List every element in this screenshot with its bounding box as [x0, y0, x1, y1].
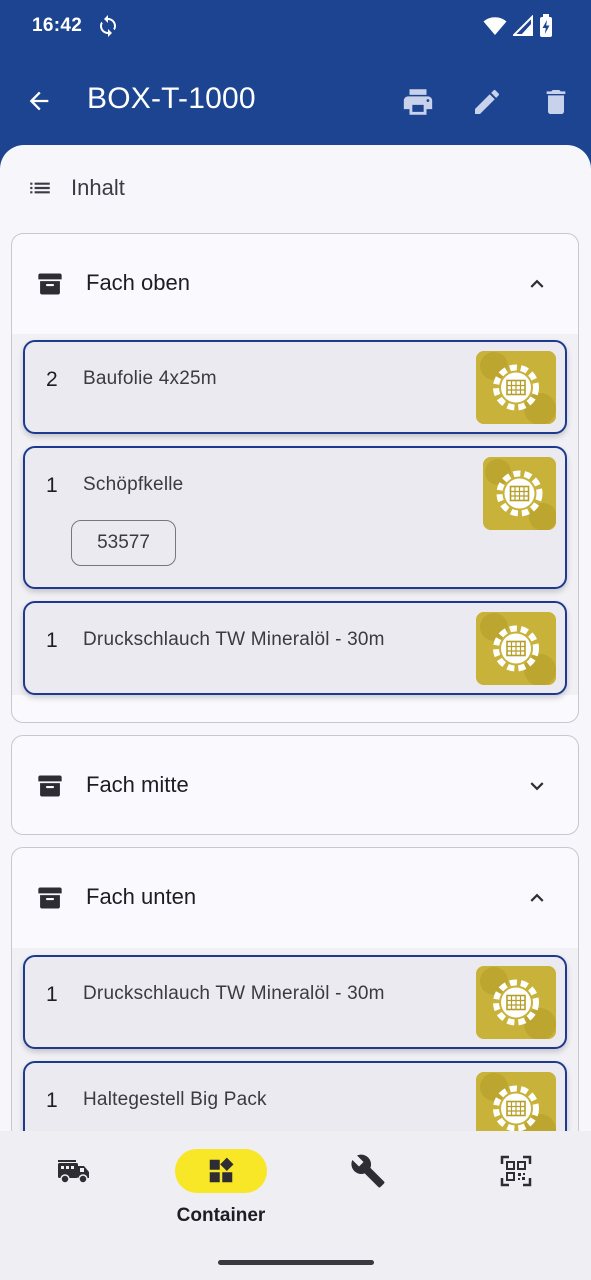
item-quantity: 2 — [46, 368, 58, 391]
archive-box-icon — [38, 775, 62, 797]
sync-icon — [100, 15, 116, 37]
section-title: Fach oben — [86, 270, 190, 295]
status-time: 16:42 — [32, 15, 83, 36]
list-item[interactable]: 1 Schöpfkelle 53577 — [23, 446, 567, 589]
nav-scan[interactable] — [470, 1149, 562, 1193]
gear-calendar-icon — [476, 351, 556, 424]
item-tag-chip[interactable]: 53577 — [71, 520, 176, 566]
item-thumbnail — [476, 612, 556, 685]
item-name: Haltegestell Big Pack — [83, 1089, 267, 1110]
section-title: Fach mitte — [86, 772, 189, 797]
item-quantity: 1 — [46, 983, 58, 1006]
section-header[interactable]: Fach oben — [12, 234, 578, 334]
item-thumbnail — [483, 457, 556, 530]
wifi-icon — [483, 17, 507, 35]
bottom-navigation: Container — [0, 1131, 591, 1280]
item-name: Schöpfkelle — [83, 474, 184, 495]
archive-box-icon — [38, 887, 62, 909]
print-icon — [403, 89, 433, 115]
item-name: Baufolie 4x25m — [83, 368, 217, 389]
delete-icon — [546, 90, 566, 114]
gear-calendar-icon — [476, 966, 556, 1039]
list-item[interactable]: 1 Haltegestell Big Pack — [23, 1061, 567, 1131]
wrench-icon — [351, 1154, 385, 1188]
page-title: BOX-T-1000 — [87, 82, 256, 115]
nav-container[interactable] — [175, 1149, 267, 1193]
item-name: Druckschlauch TW Mineralöl - 30m — [83, 629, 385, 650]
app-bar: BOX-T-1000 — [0, 60, 591, 140]
qr-code-icon — [500, 1155, 532, 1187]
list-icon — [30, 182, 50, 194]
content-header: Inhalt — [27, 175, 125, 201]
section-items: 1 Druckschlauch TW Mineralöl - 30m 1 Hal… — [12, 948, 578, 1131]
nav-label-container: Container — [176, 1205, 266, 1226]
gesture-bar — [218, 1260, 374, 1265]
section-header[interactable]: Fach mitte — [12, 736, 578, 834]
gear-calendar-icon — [476, 1072, 556, 1131]
section-header[interactable]: Fach unten — [12, 848, 578, 948]
status-bar: 16:42 — [0, 0, 591, 52]
content-sheet: Inhalt Fach oben 2 Baufolie 4x25m 1 Schö… — [0, 145, 591, 1131]
status-indicators — [483, 14, 553, 38]
item-thumbnail — [476, 966, 556, 1039]
battery-charging-icon — [540, 14, 552, 37]
container-icon — [209, 1157, 234, 1183]
expand-button[interactable] — [522, 772, 552, 800]
nav-tools[interactable] — [322, 1149, 414, 1193]
section-title: Fach unten — [86, 884, 197, 909]
gear-calendar-icon — [476, 612, 556, 685]
archive-box-icon — [38, 273, 62, 295]
item-quantity: 1 — [46, 629, 58, 652]
collapse-button[interactable] — [522, 270, 552, 298]
section-items: 2 Baufolie 4x25m 1 Schöpfkelle 53577 1 D… — [12, 334, 578, 695]
print-button[interactable] — [398, 82, 438, 122]
fire-truck-icon — [58, 1160, 89, 1184]
collapse-button[interactable] — [522, 884, 552, 912]
section-fach-mitte: Fach mitte — [11, 735, 579, 835]
gear-calendar-icon — [483, 457, 556, 530]
section-fach-oben: Fach oben 2 Baufolie 4x25m 1 Schöpfkelle… — [11, 233, 579, 723]
list-item[interactable]: 1 Druckschlauch TW Mineralöl - 30m — [23, 601, 567, 695]
content-header-label: Inhalt — [71, 175, 125, 200]
edit-button[interactable] — [467, 82, 507, 122]
edit-icon — [475, 89, 500, 114]
back-button[interactable] — [22, 84, 56, 118]
nav-vehicles[interactable] — [28, 1149, 120, 1193]
list-item[interactable]: 1 Druckschlauch TW Mineralöl - 30m — [23, 955, 567, 1049]
chevron-down-icon — [530, 782, 544, 791]
item-thumbnail — [476, 1072, 556, 1131]
item-quantity: 1 — [46, 474, 58, 497]
chevron-up-icon — [530, 279, 544, 288]
list-item[interactable]: 2 Baufolie 4x25m — [23, 340, 567, 434]
cell-signal-icon — [513, 15, 533, 36]
item-thumbnail — [476, 351, 556, 424]
delete-button[interactable] — [536, 82, 576, 122]
item-name: Druckschlauch TW Mineralöl - 30m — [83, 983, 385, 1004]
chevron-up-icon — [530, 893, 544, 902]
item-quantity: 1 — [46, 1089, 58, 1112]
section-fach-unten: Fach unten 1 Druckschlauch TW Mineralöl … — [11, 847, 579, 1131]
back-arrow-icon — [29, 91, 49, 111]
